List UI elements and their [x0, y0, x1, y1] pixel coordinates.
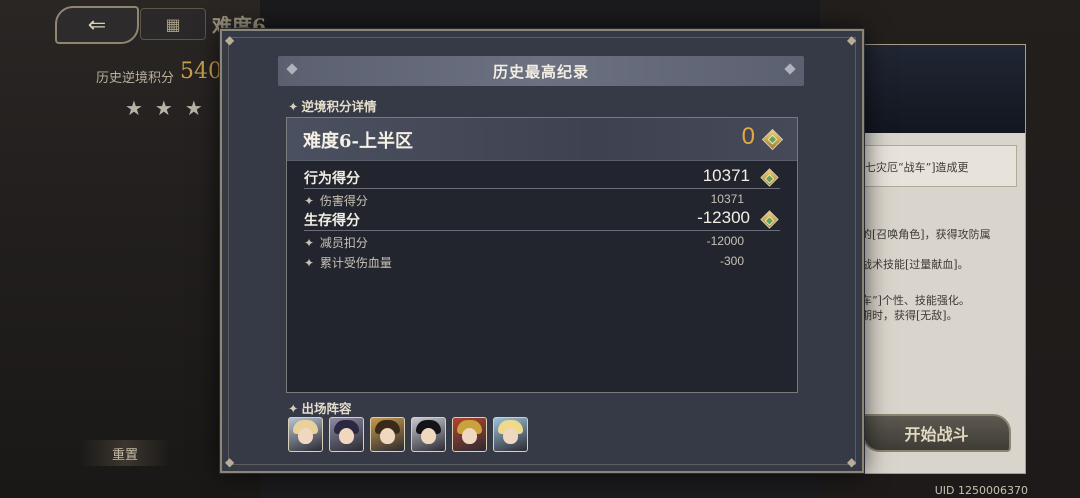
portrait-face [421, 428, 436, 444]
sparkle-icon: ✦ [288, 99, 299, 114]
portrait-face [298, 428, 313, 444]
character-portrait[interactable] [370, 417, 405, 452]
grid-menu-icon: ▦ [165, 14, 181, 34]
character-portrait[interactable] [493, 417, 528, 452]
sparkle-icon: ✦ [304, 256, 315, 270]
difficulty-name: 难度6-上半区 [303, 131, 413, 152]
menu-button[interactable]: ▦ [140, 8, 206, 40]
sparkle-icon: ✦ [304, 236, 315, 250]
character-portrait[interactable] [411, 417, 446, 452]
character-portrait[interactable] [452, 417, 487, 452]
row-label: ✦ 伤害得分 [304, 194, 368, 208]
portrait-face [462, 428, 477, 444]
uid-text: UID 1250006370 [934, 484, 1028, 497]
difficulty-score: 0 [741, 123, 755, 150]
info-line-1: 七灾厄“战车”]造成更 [865, 161, 969, 174]
portrait-face [503, 428, 518, 444]
row-label: 生存得分 [304, 213, 360, 229]
lineup-section-label: ✦ 出场阵容 [288, 401, 352, 416]
row-casualty-deduction: ✦ 减员扣分 -12000 [304, 234, 756, 252]
history-score-label: 历史逆境积分 [96, 71, 175, 86]
modal-header: 历史最高纪录 [278, 56, 804, 86]
diamond-ornament-icon [784, 63, 796, 75]
history-record-modal: ◆ ◆ ◆ ◆ 历史最高纪录 ✦ 逆境积分详情 难度6-上半区 0 行为得分 10… [220, 29, 864, 473]
info-line-4: 车”]个性、技能强化。 [861, 294, 970, 307]
row-value: -300 [719, 254, 744, 268]
row-value: -12000 [706, 234, 744, 248]
back-button[interactable]: ⇐ [55, 6, 139, 44]
reset-button[interactable]: 重置 [80, 440, 170, 466]
row-value: 10371 [710, 192, 744, 206]
start-battle-button[interactable]: 开始战斗 [862, 414, 1011, 452]
diamond-ornament-icon [286, 63, 298, 75]
sparkle-icon: ✦ [304, 194, 315, 208]
portrait-face [380, 428, 395, 444]
row-damage-taken: ✦ 累计受伤血量 -300 [304, 254, 756, 272]
difficulty-header: 难度6-上半区 0 [287, 118, 797, 161]
corner-ornament-icon: ◆ [225, 33, 235, 47]
character-portrait[interactable] [329, 417, 364, 452]
row-survival-score: 生存得分 -12300 [304, 208, 780, 231]
corner-ornament-icon: ◆ [847, 455, 857, 469]
row-behavior-score: 行为得分 10371 [304, 166, 780, 189]
info-line-2: 的[召唤角色]，获得攻防属 [861, 228, 991, 241]
portrait-face [339, 428, 354, 444]
back-arrow-icon: ⇐ [87, 12, 107, 38]
stage-image [859, 45, 1025, 133]
row-label: ✦ 减员扣分 [304, 236, 368, 250]
modal-title: 历史最高纪录 [492, 62, 589, 81]
corner-ornament-icon: ◆ [847, 33, 857, 47]
stage-info-panel: 七灾厄“战车”]造成更 的[召唤角色]，获得攻防属 战术技能[过量献血]。 车”… [858, 44, 1026, 474]
info-line-3: 战术技能[过量献血]。 [861, 258, 969, 271]
detail-section-label: ✦ 逆境积分详情 [288, 99, 377, 114]
history-score-value: 540 [180, 59, 222, 84]
info-line-5: 期时，获得[无敌]。 [861, 309, 958, 322]
row-label: ✦ 累计受伤血量 [304, 256, 392, 270]
score-detail-box: 难度6-上半区 0 行为得分 10371 ✦ 伤害得分 10371 生存得分 -… [286, 117, 798, 393]
character-portrait[interactable] [288, 417, 323, 452]
score-gem-icon [760, 168, 779, 187]
row-value: 10371 [702, 166, 750, 185]
score-gem-icon [761, 128, 784, 151]
sparkle-icon: ✦ [288, 401, 299, 416]
star-rating: ★★★ [125, 96, 215, 120]
row-damage-score: ✦ 伤害得分 10371 [304, 192, 756, 210]
row-value: -12300 [697, 208, 750, 227]
corner-ornament-icon: ◆ [225, 455, 235, 469]
score-gem-icon [760, 210, 779, 229]
lineup-portraits [288, 417, 528, 452]
row-label: 行为得分 [304, 171, 360, 187]
